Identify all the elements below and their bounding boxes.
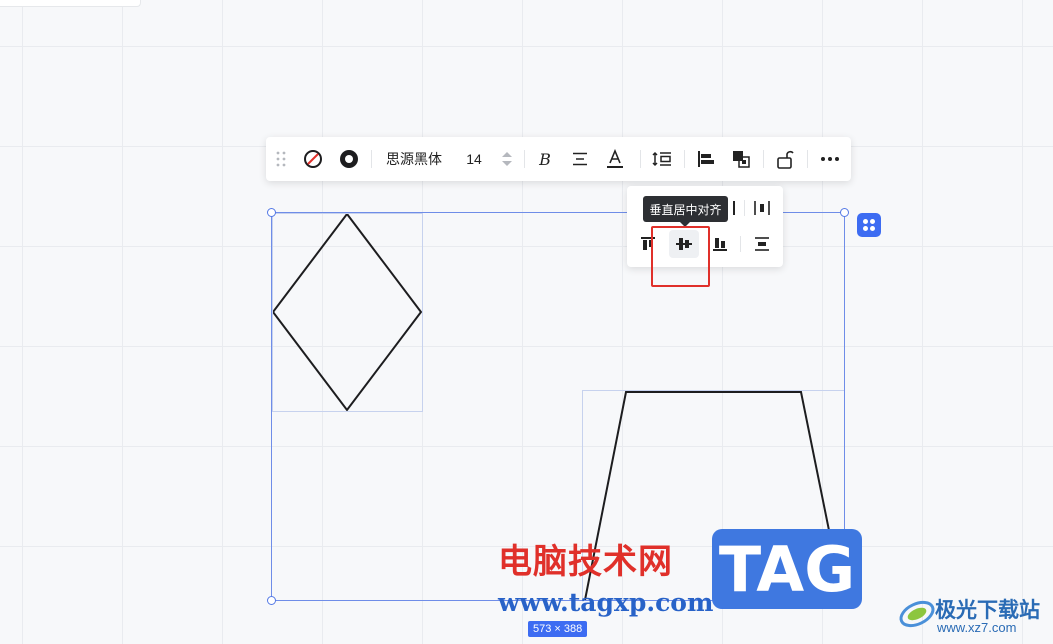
stepper-arrows-icon xyxy=(502,152,512,166)
align-button[interactable] xyxy=(694,137,718,181)
resize-handle-top-right[interactable] xyxy=(840,208,849,217)
distribute-vertical-button[interactable] xyxy=(747,230,777,258)
watermark-tag-badge: TAG xyxy=(712,529,862,609)
distribute-vertical-icon xyxy=(755,237,769,251)
more-icon xyxy=(821,157,839,161)
stroke-style-button[interactable] xyxy=(336,137,362,181)
align-bottom-icon xyxy=(713,238,727,251)
distribute-horizontal-icon xyxy=(754,201,770,215)
floating-toolbar: 思源黑体 14 B xyxy=(266,137,851,181)
grip-dot-icon xyxy=(863,219,868,224)
lock-button[interactable] xyxy=(773,137,797,181)
watermark-site-url: www.tagxp.com xyxy=(498,588,714,617)
resize-handle-top-left[interactable] xyxy=(267,208,276,217)
distribute-horizontal-button[interactable] xyxy=(747,194,777,222)
font-size-stepper[interactable] xyxy=(498,137,516,181)
bold-button[interactable]: B xyxy=(534,137,556,181)
font-family-select[interactable]: 思源黑体 xyxy=(382,137,446,181)
font-size-input[interactable]: 14 xyxy=(460,137,488,181)
line-spacing-icon xyxy=(652,151,671,167)
lock-icon xyxy=(777,150,794,169)
arrange-button[interactable] xyxy=(729,137,753,181)
text-align-button[interactable] xyxy=(569,137,591,181)
arrange-icon xyxy=(733,151,750,168)
group-menu-button[interactable] xyxy=(857,213,881,237)
drag-handle-icon[interactable] xyxy=(274,137,288,181)
grip-dot-icon xyxy=(863,226,868,231)
text-color-icon xyxy=(607,149,623,168)
resize-handle-bottom-left[interactable] xyxy=(267,596,276,605)
popover-divider xyxy=(740,236,741,252)
toolbar-divider xyxy=(807,150,808,168)
align-icon xyxy=(698,151,714,167)
bold-icon: B xyxy=(539,149,551,169)
fill-color-button[interactable] xyxy=(300,137,326,181)
toolbar-divider xyxy=(684,150,685,168)
grip-dot-icon xyxy=(870,226,875,231)
grip-dot-icon xyxy=(870,219,875,224)
align-tooltip: 垂直居中对齐 xyxy=(643,196,728,222)
toolbar-divider xyxy=(371,150,372,168)
toolbar-divider xyxy=(640,150,641,168)
toolbar-divider xyxy=(763,150,764,168)
watermark-site-name: 电脑技术网 xyxy=(498,542,673,582)
no-fill-icon xyxy=(304,150,322,168)
text-align-icon xyxy=(573,152,587,166)
selection-size-label: 573 × 388 xyxy=(528,621,588,637)
text-color-button[interactable] xyxy=(604,137,626,181)
more-options-button[interactable] xyxy=(817,137,843,181)
annotation-highlight-box xyxy=(651,226,710,287)
toolbar-divider xyxy=(524,150,525,168)
watermark-logo-url: www.xz7.com xyxy=(937,620,1017,635)
stroke-circle-icon xyxy=(340,150,358,168)
popover-divider xyxy=(744,200,745,216)
line-spacing-button[interactable] xyxy=(650,137,674,181)
